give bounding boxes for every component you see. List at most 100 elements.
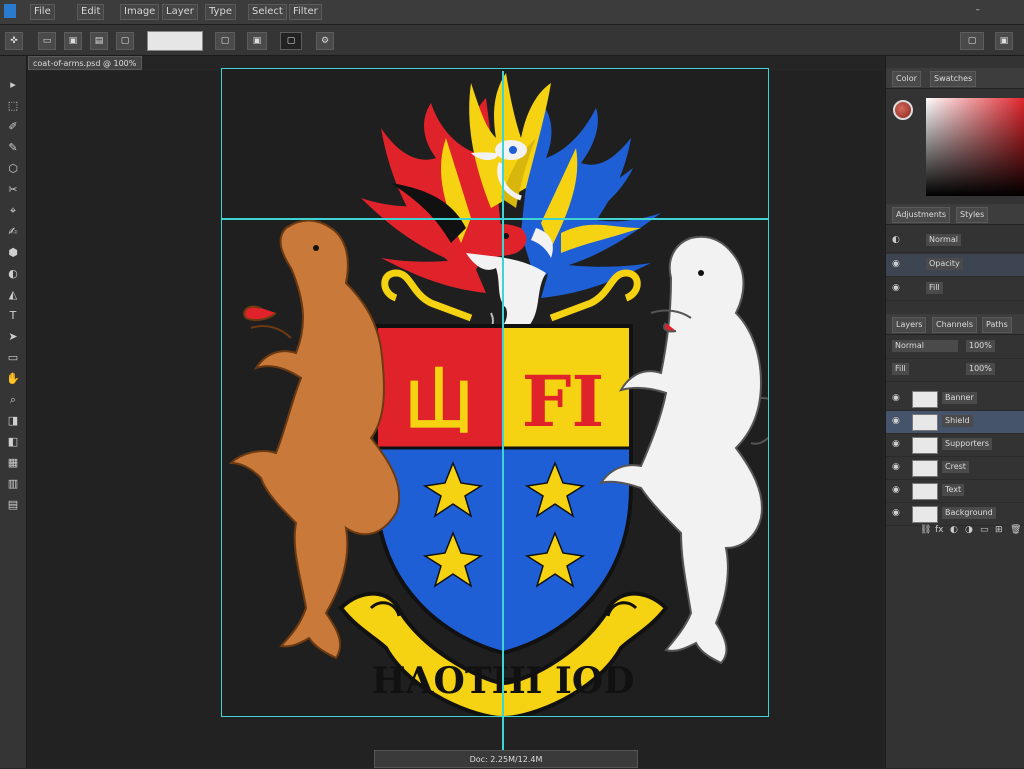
layer-row[interactable]: ◉ Shield [886,411,1024,434]
tool-button[interactable]: ◧ [3,433,23,451]
layer-name: Text [942,484,965,496]
opacity-label: Opacity [926,258,963,270]
option-button-5[interactable]: ▢ [215,32,235,50]
option-button-7[interactable]: ▢ [280,32,302,50]
layer-footer-icon[interactable]: 🗑 [1010,525,1021,535]
layer-row[interactable]: ◉ Text [886,480,1024,503]
menu-type[interactable]: Type [205,4,236,20]
layer-footer-icon[interactable]: ⊞ [995,525,1003,535]
layer-thumbnail [912,391,938,408]
layer-footer-icon[interactable]: fx [935,525,944,535]
layer-name: Supporters [942,438,993,450]
right-panel-column: Color Swatches Adjustments Styles ◐ Norm… [885,56,1024,768]
opacity-value[interactable]: 100% [966,340,995,352]
fill-label: Fill [926,282,943,294]
tool-button[interactable]: ◐ [3,265,23,283]
layer-footer-icon[interactable]: ▭ [980,525,989,535]
layer-name: Crest [942,461,969,473]
layer-footer-icon[interactable]: ◑ [965,525,973,535]
horizontal-guide[interactable] [221,218,769,220]
menu-file[interactable]: File [30,4,55,20]
tool-button[interactable]: T [3,307,23,325]
adjustment-row-2[interactable]: ◉ Opacity [886,254,1024,277]
tab-paths[interactable]: Paths [982,317,1012,333]
layer-row[interactable]: ◉ Supporters [886,434,1024,457]
tool-button[interactable]: ⬢ [3,244,23,262]
layer-name: Banner [942,392,977,404]
menu-filter[interactable]: Filter [289,4,322,20]
visibility-eye-icon[interactable]: ◉ [892,393,900,403]
option-button-2[interactable]: ▣ [64,32,82,50]
tool-button[interactable]: ✋ [3,370,23,388]
layer-footer-icon[interactable]: ◐ [950,525,958,535]
tool-button[interactable]: ▥ [3,475,23,493]
layer-footer-icon[interactable]: ⛓ [920,525,931,535]
tool-button[interactable]: ⌕ [3,391,23,409]
settings-icon[interactable]: ⚙ [316,32,334,50]
blue-mantling [521,103,661,298]
tool-button[interactable]: ◨ [3,412,23,430]
blend-mode-select[interactable]: Normal [892,340,958,352]
option-button-1[interactable]: ▭ [38,32,56,50]
menu-layer[interactable]: Layer [162,4,198,20]
layers-footer: ⛓ fx ◐ ◑ ▭ ⊞ 🗑 [886,521,1024,543]
visibility-eye-icon[interactable]: ◉ [892,485,900,495]
tab-swatches[interactable]: Swatches [930,71,977,87]
layer-thumbnail [912,437,938,454]
tab-adjustments[interactable]: Adjustments [892,207,951,223]
adjustment-icon: ◐ [892,235,900,245]
tool-button[interactable]: ✂ [3,181,23,199]
layer-name: Shield [942,415,973,427]
adjustment-row-3[interactable]: ◉ Fill [886,278,1024,301]
visibility-eye-icon[interactable]: ◉ [892,462,900,472]
visibility-eye-icon[interactable]: ◉ [892,439,900,449]
fill-value[interactable]: 100% [966,363,995,375]
layer-thumbnail [912,460,938,477]
app-logo-icon [4,4,16,18]
workspace-button[interactable]: ▢ [960,32,984,50]
tool-button[interactable]: ➤ [3,328,23,346]
option-button-3[interactable]: ▤ [90,32,108,50]
tab-channels[interactable]: Channels [932,317,978,333]
option-button-6[interactable]: ▣ [247,32,267,50]
adjustment-row-1[interactable]: ◐ Normal [886,230,1024,253]
vertical-guide[interactable] [502,71,504,768]
tool-button[interactable]: ✎ [3,139,23,157]
tab-styles[interactable]: Styles [956,207,989,223]
tool-button[interactable]: ◭ [3,286,23,304]
menu-select[interactable]: Select [248,4,287,20]
tab-layers[interactable]: Layers [892,317,927,333]
option-input[interactable] [147,31,203,51]
artboard[interactable]: 山 FI HAOTHI IOD [221,68,769,717]
tool-button[interactable]: ▭ [3,349,23,367]
color-picker-field[interactable] [926,98,1024,196]
menu-edit[interactable]: Edit [77,4,105,20]
tool-button[interactable]: ⌖ [3,202,23,220]
tool-button[interactable]: ✐ [3,118,23,136]
tool-preset-icon[interactable]: ✜ [5,32,23,50]
layer-row[interactable]: ◉ Banner [886,388,1024,411]
tool-button[interactable]: ⬚ [3,97,23,115]
option-button-4[interactable]: ▢ [116,32,134,50]
tab-color[interactable]: Color [892,71,921,87]
minimize-button[interactable]: – [976,5,981,15]
layers-panel-header: Layers Channels Paths [886,314,1024,335]
coat-of-arms-artwork: 山 FI HAOTHI IOD [221,68,769,717]
layer-row[interactable]: ◉ Crest [886,457,1024,480]
document-tab[interactable]: coat-of-arms.psd @ 100% [28,56,142,70]
tool-button[interactable]: ✍ [3,223,23,241]
tool-button[interactable]: ⬡ [3,160,23,178]
tool-button[interactable]: ▦ [3,454,23,472]
options-bar: ✜ ▭ ▣ ▤ ▢ ▢ ▣ ▢ ⚙ ▢ ▣ [0,25,1024,56]
tool-button[interactable]: ▤ [3,496,23,514]
search-button[interactable]: ▣ [995,32,1013,50]
eye-icon: ◉ [892,259,900,269]
tool-button[interactable]: ▸ [3,76,23,94]
shield-letters-right: FI [522,360,604,443]
canvas-area[interactable]: 山 FI HAOTHI IOD [27,68,884,768]
visibility-eye-icon[interactable]: ◉ [892,416,900,426]
foreground-color-swatch[interactable] [893,100,913,120]
layer-thumbnail [912,414,938,431]
visibility-eye-icon[interactable]: ◉ [892,508,900,518]
menu-image[interactable]: Image [120,4,160,20]
